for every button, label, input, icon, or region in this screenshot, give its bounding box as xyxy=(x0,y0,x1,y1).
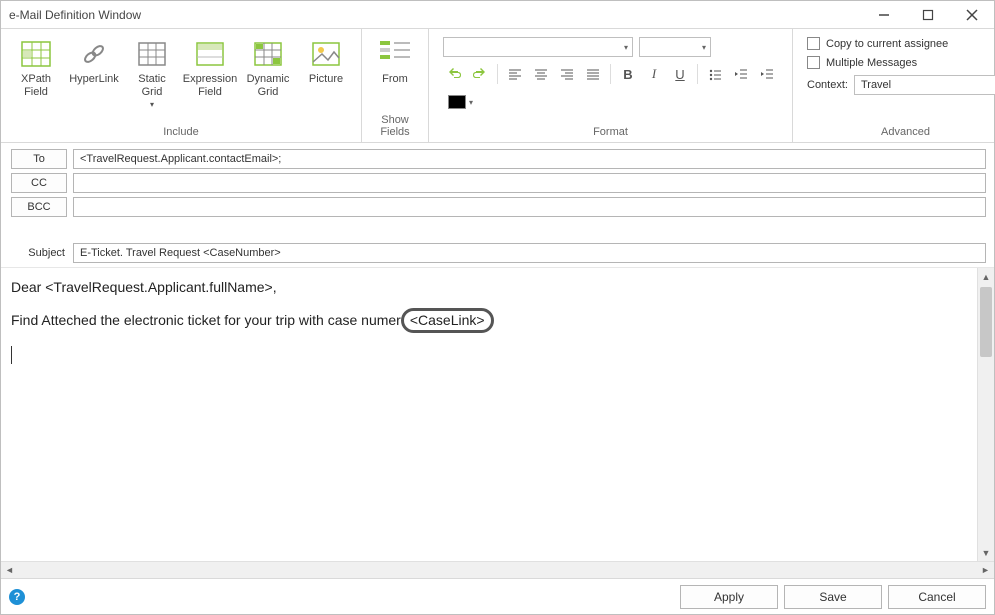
expression-field-icon xyxy=(193,39,227,69)
scroll-down-icon[interactable]: ▼ xyxy=(978,544,994,561)
font-color-button[interactable]: ▾ xyxy=(443,91,478,113)
underline-button[interactable]: U xyxy=(669,63,691,85)
outdent-button[interactable] xyxy=(730,63,752,85)
body-line-1: Dear <TravelRequest.Applicant.fullName>, xyxy=(11,276,967,298)
picture-icon xyxy=(309,39,343,69)
align-right-button[interactable] xyxy=(556,63,578,85)
xpath-field-label: XPathField xyxy=(21,73,51,98)
format-group-label: Format xyxy=(435,124,786,142)
bullet-list-button[interactable] xyxy=(704,63,726,85)
link-icon xyxy=(77,39,111,69)
email-definition-window: e-Mail Definition Window XPathField xyxy=(0,0,995,615)
hyperlink-label: HyperLink xyxy=(69,73,119,86)
scroll-left-icon[interactable]: ◄ xyxy=(1,562,18,579)
picture-label: Picture xyxy=(309,73,343,86)
show-fields-icon xyxy=(378,39,412,69)
horizontal-scrollbar[interactable]: ◄ ► xyxy=(1,561,994,578)
window-buttons xyxy=(862,1,994,29)
scroll-right-icon[interactable]: ► xyxy=(977,562,994,579)
editor-area: Dear <TravelRequest.Applicant.fullName>,… xyxy=(1,267,994,561)
body-line-2: Find Atteched the electronic ticket for … xyxy=(11,308,967,332)
expression-field-button[interactable]: ExpressionField xyxy=(181,33,239,104)
chevron-down-icon: ▾ xyxy=(702,43,706,52)
save-button[interactable]: Save xyxy=(784,585,882,609)
help-button[interactable]: ? xyxy=(9,589,25,605)
dynamic-grid-label: DynamicGrid xyxy=(247,73,290,98)
subject-input[interactable]: E-Ticket. Travel Request <CaseNumber> xyxy=(73,243,986,263)
align-left-button[interactable] xyxy=(504,63,526,85)
from-button[interactable]: From xyxy=(368,33,422,92)
checkbox-icon xyxy=(807,37,820,50)
grid-field-icon xyxy=(19,39,53,69)
chevron-down-icon: ▾ xyxy=(150,100,154,109)
to-input[interactable]: <TravelRequest.Applicant.contactEmail>; xyxy=(73,149,986,169)
multiple-messages-label: Multiple Messages xyxy=(826,57,917,69)
font-size-dropdown[interactable]: ▾ xyxy=(639,37,711,57)
color-swatch-icon xyxy=(448,95,466,109)
scroll-up-icon[interactable]: ▲ xyxy=(978,268,994,285)
from-label: From xyxy=(382,73,408,86)
body-cursor-line xyxy=(11,343,967,365)
checkbox-icon xyxy=(807,56,820,69)
dynamic-grid-icon xyxy=(251,39,285,69)
maximize-button[interactable] xyxy=(906,1,950,29)
expression-field-label: ExpressionField xyxy=(183,73,237,98)
copy-to-assignee-checkbox[interactable]: Copy to current assignee xyxy=(807,37,995,50)
picture-button[interactable]: Picture xyxy=(297,33,355,92)
font-family-dropdown[interactable]: ▾ xyxy=(443,37,633,57)
close-button[interactable] xyxy=(950,1,994,29)
window-title: e-Mail Definition Window xyxy=(9,8,862,22)
bcc-input[interactable] xyxy=(73,197,986,217)
context-dropdown[interactable]: Travel ▾ xyxy=(854,75,995,95)
align-justify-button[interactable] xyxy=(582,63,604,85)
indent-button[interactable] xyxy=(756,63,778,85)
undo-button[interactable] xyxy=(443,63,465,85)
dynamic-grid-button[interactable]: DynamicGrid xyxy=(239,33,297,104)
cc-input[interactable] xyxy=(73,173,986,193)
vertical-scrollbar[interactable]: ▲ ▼ xyxy=(977,268,994,561)
static-grid-button[interactable]: StaticGrid ▾ xyxy=(123,33,181,115)
static-grid-icon xyxy=(135,39,169,69)
ribbon-group-include: XPathField HyperLink StaticGrid ▾ xyxy=(1,29,362,142)
align-center-button[interactable] xyxy=(530,63,552,85)
header-fields: To <TravelRequest.Applicant.contactEmail… xyxy=(1,143,994,267)
chevron-down-icon: ▾ xyxy=(624,43,628,52)
italic-button[interactable]: I xyxy=(643,63,665,85)
context-value: Travel xyxy=(861,79,891,91)
include-group-label: Include xyxy=(7,124,355,142)
xpath-field-button[interactable]: XPathField xyxy=(7,33,65,104)
static-grid-label: StaticGrid xyxy=(138,73,166,98)
ribbon-group-advanced: Copy to current assignee Multiple Messag… xyxy=(793,29,995,142)
to-button[interactable]: To xyxy=(11,149,67,169)
caselink-token: <CaseLink> xyxy=(401,308,494,332)
chevron-down-icon: ▾ xyxy=(469,98,473,107)
scroll-thumb[interactable] xyxy=(980,287,992,357)
titlebar: e-Mail Definition Window xyxy=(1,1,994,29)
bcc-button[interactable]: BCC xyxy=(11,197,67,217)
ribbon-group-showfields: From Show Fields xyxy=(362,29,429,142)
multiple-messages-checkbox[interactable]: Multiple Messages xyxy=(807,56,995,69)
redo-button[interactable] xyxy=(469,63,491,85)
email-body-editor[interactable]: Dear <TravelRequest.Applicant.fullName>,… xyxy=(1,268,977,561)
cancel-button[interactable]: Cancel xyxy=(888,585,986,609)
showfields-group-label: Show Fields xyxy=(368,112,422,142)
bold-button[interactable]: B xyxy=(617,63,639,85)
hyperlink-button[interactable]: HyperLink xyxy=(65,33,123,92)
cc-button[interactable]: CC xyxy=(11,173,67,193)
footer: ? Apply Save Cancel xyxy=(1,578,994,614)
advanced-group-label: Advanced xyxy=(799,124,995,142)
context-label: Context: xyxy=(807,79,848,91)
copy-to-assignee-label: Copy to current assignee xyxy=(826,38,948,50)
minimize-button[interactable] xyxy=(862,1,906,29)
ribbon-group-format: ▾ ▾ xyxy=(429,29,793,142)
subject-label: Subject xyxy=(11,247,67,259)
ribbon: XPathField HyperLink StaticGrid ▾ xyxy=(1,29,994,143)
apply-button[interactable]: Apply xyxy=(680,585,778,609)
